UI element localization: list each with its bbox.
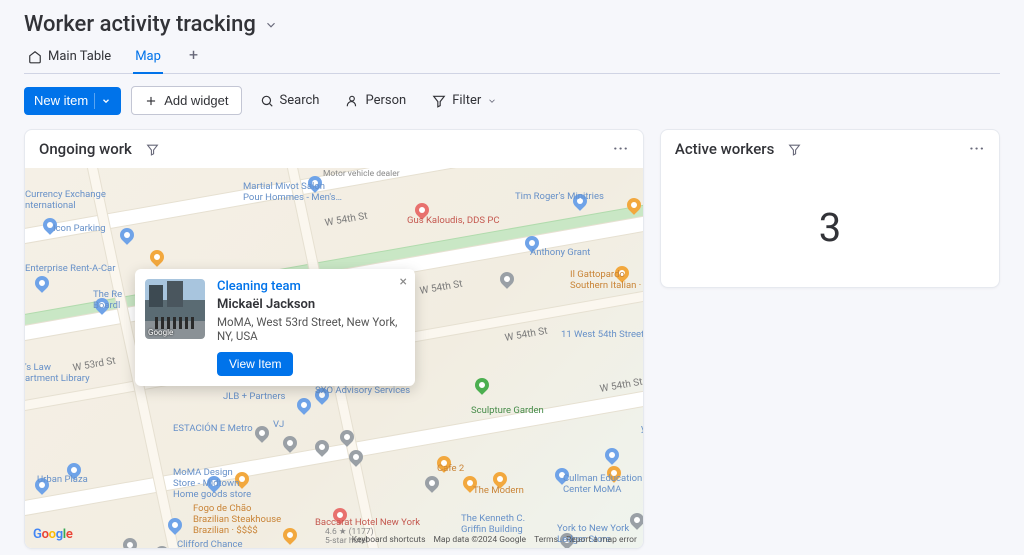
search-icon — [260, 94, 274, 108]
map-pin[interactable] — [117, 225, 137, 245]
divider — [94, 93, 95, 109]
plus-icon — [144, 94, 158, 108]
active-workers-title: Active workers — [675, 140, 774, 158]
thumbnail-source-label: Google — [148, 328, 173, 337]
poi-currency: Currency Exchange nternational — [25, 190, 106, 212]
map-pin[interactable] — [497, 269, 517, 289]
tab-map[interactable]: Map — [133, 43, 163, 74]
new-item-button[interactable]: New item — [24, 87, 121, 115]
view-tabs: Main Table Map + — [24, 43, 1000, 74]
poi-sxo: SXO Advisory Services — [315, 386, 410, 397]
map-canvas[interactable]: W 54th St W 54th St W 54th St W 54th St … — [25, 168, 643, 548]
street-label-w54-1: W 54th St — [324, 211, 368, 229]
board-title: Worker activity tracking — [24, 12, 256, 37]
map-pin[interactable] — [120, 535, 140, 548]
poi-eleven: 11 West 54th Street — [561, 330, 643, 341]
tab-map-label: Map — [135, 49, 161, 64]
active-workers-count: 3 — [819, 204, 841, 251]
info-address: MoMA, West 53rd Street, New York, NY, US… — [217, 315, 405, 343]
street-label-w54-2: W 54th St — [419, 279, 463, 297]
map-pin[interactable] — [294, 395, 314, 415]
tab-main-table[interactable]: Main Table — [26, 43, 113, 74]
poi-cullman: Cullman Education Center MoMA — [563, 474, 642, 496]
ongoing-work-title: Ongoing work — [39, 140, 132, 158]
search-button[interactable]: Search — [252, 89, 328, 112]
map-pin[interactable] — [422, 473, 442, 493]
map-pin[interactable] — [627, 510, 643, 530]
poi-cafe2: Cafe 2 — [437, 464, 464, 475]
poi-lochte: Clifford Chance New York — [177, 540, 243, 548]
filter-button[interactable]: Filter — [424, 89, 505, 112]
map-info-popup: × Google Cleaning team Mickaël Jackson M… — [135, 269, 415, 386]
street-label-w54-3: W 54th St — [504, 326, 548, 344]
poi-motor: Motor vehicle dealer — [323, 170, 400, 180]
terms-link[interactable]: Terms — [534, 535, 558, 545]
person-icon — [345, 94, 359, 108]
add-widget-button[interactable]: Add widget — [131, 86, 241, 115]
map-pin[interactable] — [147, 247, 167, 267]
widget-more-icon[interactable]: ··· — [969, 141, 985, 157]
active-workers-widget: Active workers ··· 3 — [660, 129, 1000, 288]
add-view-button[interactable]: + — [183, 45, 204, 72]
google-logo: Google — [33, 527, 73, 542]
map-pin[interactable] — [252, 423, 272, 443]
poi-kenneth: The Kenneth C. Griffin Building — [461, 514, 525, 536]
keyboard-shortcuts-link[interactable]: Keyboard shortcuts — [352, 535, 426, 545]
person-label: Person — [365, 93, 406, 108]
close-icon[interactable]: × — [400, 275, 407, 289]
view-item-button[interactable]: View Item — [217, 352, 293, 376]
person-filter-button[interactable]: Person — [337, 89, 414, 112]
map-pin[interactable] — [280, 525, 300, 545]
search-label: Search — [280, 93, 320, 108]
map-pin[interactable] — [280, 433, 300, 453]
add-widget-label: Add widget — [164, 93, 228, 108]
info-group-name: Cleaning team — [217, 279, 405, 294]
poi-jlb: JLB + Partners — [223, 392, 285, 403]
filter-icon — [432, 94, 446, 108]
map-attribution: Keyboard shortcuts Map data ©2024 Google… — [352, 535, 637, 545]
new-item-label: New item — [34, 93, 88, 108]
poi-urban: Urban Plaza — [37, 475, 88, 486]
poi-law-lib: 's Law artment Library — [25, 363, 90, 385]
widget-filter-icon[interactable] — [788, 143, 801, 156]
chevron-down-icon[interactable] — [101, 96, 111, 106]
tab-main-table-label: Main Table — [48, 49, 111, 64]
report-error-link[interactable]: Report a map error — [566, 535, 637, 545]
ongoing-work-widget: Ongoing work ··· W 54th St W 54th St — [24, 129, 644, 549]
map-pin[interactable] — [32, 273, 52, 293]
poi-tim: Tim Roger's Minitries — [515, 192, 604, 203]
poi-enterprise: Enterprise Rent-A-Car — [25, 264, 115, 275]
poi-gattopardo: Il Gattopardo Southern Italian · $$$$ — [570, 270, 643, 292]
poi-anthony: Anthony Grant — [530, 248, 590, 259]
poi-sculpture: Sculpture Garden — [471, 406, 544, 417]
chevron-down-icon[interactable] — [487, 96, 497, 106]
poi-fogo: Fogo de Chão Brazilian Steakhouse Brazil… — [193, 504, 281, 537]
widget-more-icon[interactable]: ··· — [613, 141, 629, 157]
poi-vj: VJ — [273, 420, 284, 431]
poi-martial: Martial Mivot Salon Pour Hommes - Men's… — [243, 182, 342, 204]
poi-estacion: ESTACIÓN E Metro — [173, 424, 253, 435]
info-thumbnail: Google — [145, 279, 205, 339]
info-item-name: Mickaël Jackson — [217, 297, 405, 312]
board-title-chevron-icon[interactable] — [264, 18, 278, 32]
poi-modern: The Modern — [473, 486, 524, 497]
map-data-label: Map data ©2024 Google — [433, 535, 526, 545]
home-icon — [28, 50, 42, 64]
poi-design-store: MoMA Design Store - Midtown Home goods s… — [173, 468, 251, 501]
map-pin[interactable] — [602, 445, 622, 465]
map-pin[interactable] — [472, 375, 492, 395]
toolbar: New item Add widget Search Person — [24, 74, 1000, 129]
poi-icon-parking: Icon Parking — [53, 224, 106, 235]
widget-filter-icon[interactable] — [146, 143, 159, 156]
poi-gus: Gus Kaloudis, DDS PC — [407, 216, 500, 227]
filter-label: Filter — [452, 93, 481, 108]
poi-ny-york: y York — [641, 424, 643, 435]
poi-rent-board: The Re Boardl — [93, 290, 122, 312]
